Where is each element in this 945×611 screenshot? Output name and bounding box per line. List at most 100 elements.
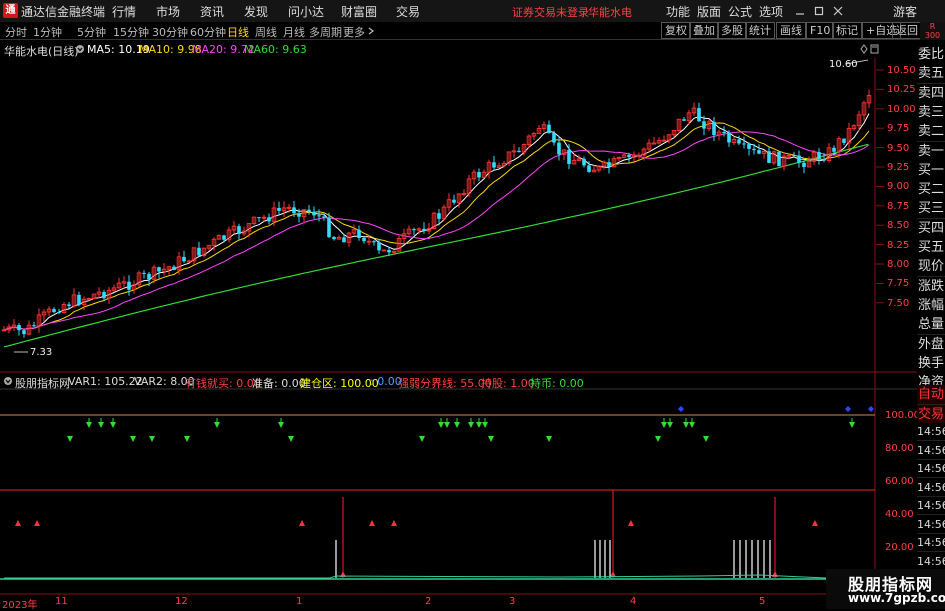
restore-icon[interactable]	[814, 6, 824, 16]
ma-line	[3, 113, 870, 331]
time-entry: 14:56	[917, 552, 945, 571]
candle-body	[661, 139, 667, 142]
candle-body	[36, 314, 42, 327]
candle-body	[111, 287, 117, 291]
menu-item-wealth[interactable]: 财富圈	[341, 3, 377, 20]
candle-body	[567, 149, 571, 164]
mark-button[interactable]: 标记	[832, 22, 862, 39]
minimize-icon[interactable]	[795, 6, 805, 16]
back-button[interactable]: 返回	[892, 22, 922, 39]
period-more[interactable]: 更多	[343, 24, 365, 40]
candle-body	[351, 229, 357, 234]
candle-body	[61, 304, 67, 314]
signal-arrow-icon	[299, 520, 305, 526]
close-icon[interactable]	[833, 6, 843, 16]
signal-arrow-icon	[661, 422, 667, 428]
candle-body	[206, 244, 212, 249]
candle-body	[307, 209, 311, 212]
candle-body	[492, 162, 496, 168]
candle-body	[147, 273, 151, 280]
signal-arrow-icon	[546, 436, 552, 442]
signal-arrow-icon	[278, 422, 284, 428]
candle-body	[541, 124, 547, 129]
hold-cash-label: 持币: 0.00	[530, 377, 584, 390]
candle-body	[851, 125, 857, 129]
candle-body	[277, 207, 281, 211]
signal-arrow-icon	[689, 422, 695, 428]
chart-control-icons[interactable]	[860, 44, 910, 54]
candle-body	[616, 156, 622, 160]
ma60-line	[3, 143, 869, 348]
candle-body	[607, 162, 611, 167]
side-item: 委比	[917, 45, 945, 65]
candle-body	[727, 132, 731, 143]
settings-circle-icon[interactable]	[75, 44, 85, 54]
candle-body	[292, 207, 296, 214]
menu-item-formula[interactable]: 公式	[728, 3, 752, 20]
period-intraday[interactable]: 分时	[5, 24, 27, 40]
period-30min[interactable]: 30分钟	[152, 24, 188, 40]
x-axis-month-2: 2	[425, 596, 432, 607]
candle-body	[486, 161, 492, 173]
candle-body	[136, 272, 142, 286]
candle-body	[131, 284, 137, 291]
period-60min[interactable]: 60分钟	[190, 24, 226, 40]
candle-body	[477, 172, 481, 178]
period-weekly[interactable]: 周线	[255, 24, 277, 40]
candle-body	[366, 240, 372, 243]
period-5min[interactable]: 5分钟	[77, 24, 106, 40]
candle-body	[666, 134, 672, 141]
menu-item-discover[interactable]: 发现	[244, 3, 268, 20]
signal-arrow-icon	[683, 422, 689, 428]
guest-user[interactable]: 游客	[893, 3, 917, 20]
signal-arrow-icon	[482, 422, 488, 428]
overlay-button[interactable]: 叠加	[689, 22, 719, 39]
candle-body	[267, 217, 271, 222]
signal-arrow-icon	[391, 520, 397, 526]
period-1min[interactable]: 1分钟	[33, 24, 62, 40]
indicator-tick-label: 20.00	[885, 542, 914, 553]
candle-body	[752, 148, 756, 151]
side-item: 涨幅	[917, 295, 945, 316]
candle-body	[601, 161, 607, 167]
price-tick-label: 9.75	[887, 123, 910, 135]
candle-body	[86, 297, 92, 300]
side-item: 卖五	[917, 64, 945, 85]
menu-item-ask[interactable]: 问小达	[288, 3, 324, 20]
candle-body	[731, 139, 737, 143]
menu-item-quotes[interactable]: 行情	[112, 3, 136, 20]
menu-item-layout[interactable]: 版面	[697, 3, 721, 20]
period-monthly[interactable]: 月线	[283, 24, 305, 40]
period-daily[interactable]: 日线	[227, 24, 249, 40]
signal-arrow-icon	[110, 422, 116, 428]
menu-item-function[interactable]: 功能	[666, 3, 690, 20]
side-item[interactable]: 交易	[917, 404, 945, 425]
menu-item-options[interactable]: 选项	[759, 3, 783, 20]
adjust-button[interactable]: 复权	[661, 22, 691, 39]
candle-body	[57, 312, 61, 314]
candle-body	[471, 171, 477, 180]
indicator-settings-icon[interactable]	[3, 376, 13, 386]
candle-body	[682, 119, 686, 121]
side-item: 卖二	[917, 122, 945, 143]
menu-item-trade[interactable]: 交易	[396, 3, 420, 20]
chevron-right-icon[interactable]	[367, 27, 375, 35]
menu-item-market[interactable]: 市场	[156, 3, 180, 20]
login-status[interactable]: 证券交易未登录	[512, 4, 589, 20]
multi-stock-button[interactable]: 多股	[717, 22, 747, 39]
menu-item-news[interactable]: 资讯	[200, 3, 224, 20]
candle-body	[557, 142, 561, 155]
candle-body	[792, 155, 796, 157]
draw-line-button[interactable]: 画线	[776, 22, 806, 39]
period-15min[interactable]: 15分钟	[113, 24, 149, 40]
strength-line-label: 强弱分界线: 55.00	[398, 377, 492, 390]
candle-body	[846, 128, 852, 144]
signal-arrow-icon	[628, 520, 634, 526]
f10-button[interactable]: F10	[806, 22, 835, 39]
chart-canvas[interactable]	[0, 0, 945, 609]
statistics-button[interactable]: 统计	[745, 22, 775, 39]
candle-body	[446, 199, 452, 208]
candle-body	[222, 235, 226, 240]
price-tick-label: 7.75	[887, 278, 910, 290]
period-multi[interactable]: 多周期	[309, 24, 342, 40]
